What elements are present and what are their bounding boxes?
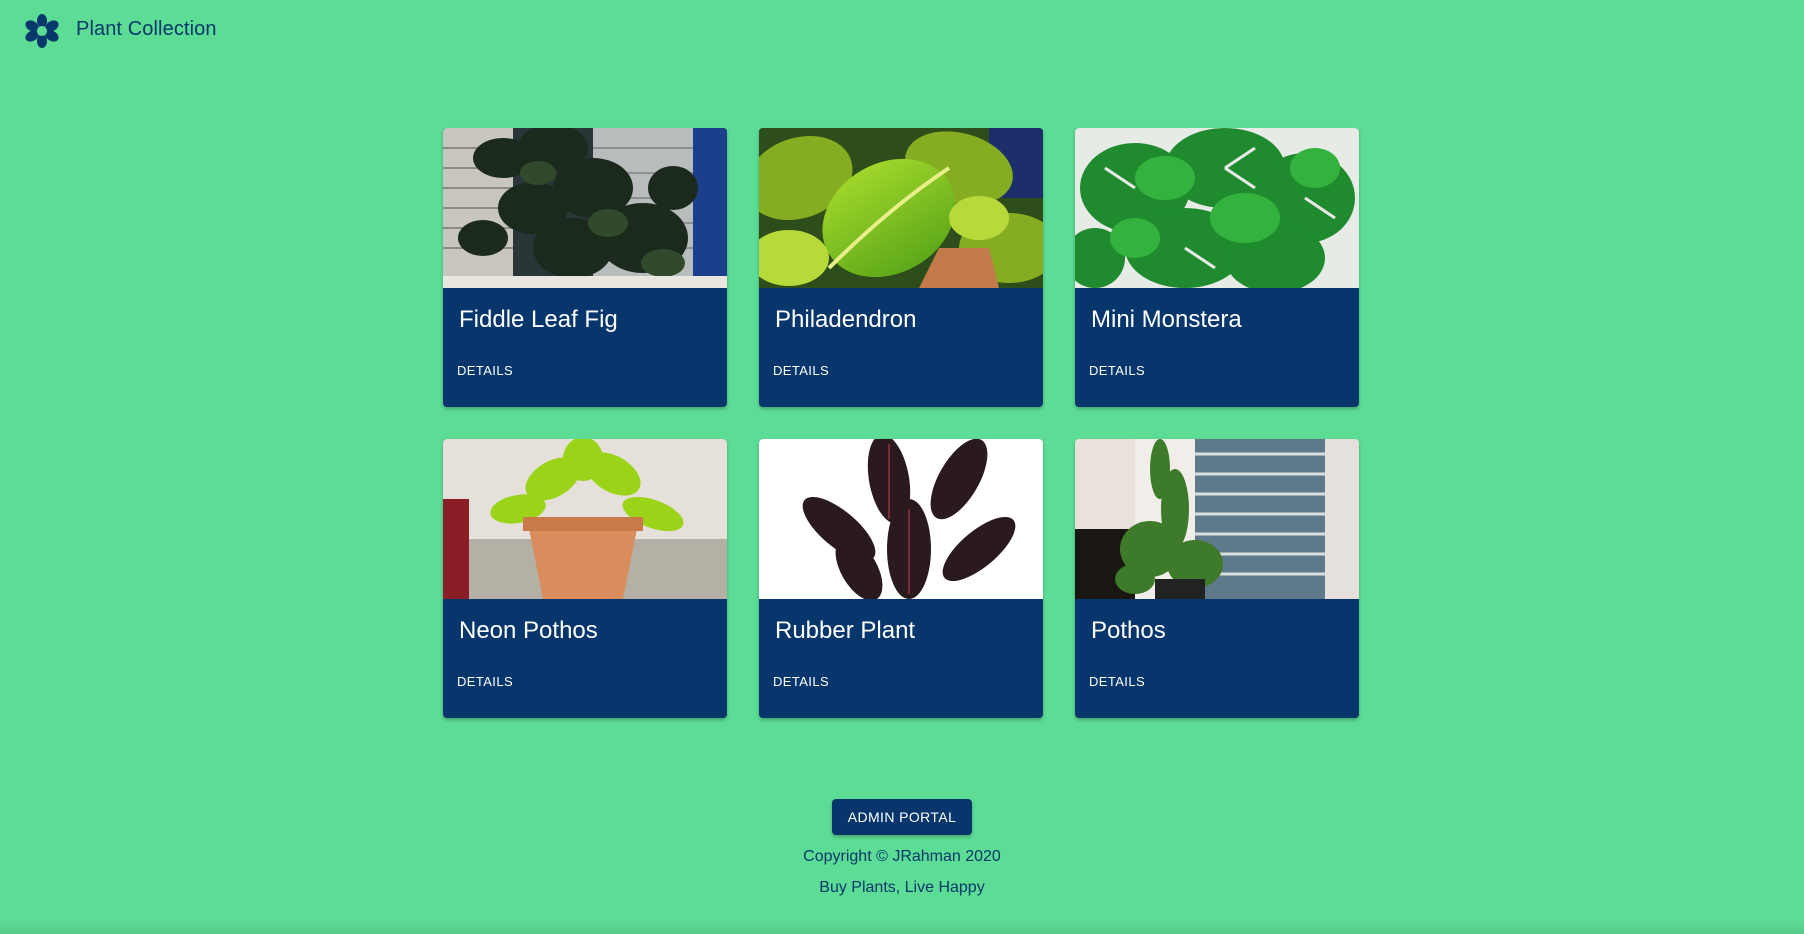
details-button[interactable]: DETAILS [765, 668, 837, 695]
plant-name: Rubber Plant [775, 617, 916, 644]
plant-name: Philadendron [775, 306, 917, 333]
plant-image [759, 128, 1043, 288]
plant-name: Fiddle Leaf Fig [459, 306, 618, 333]
plant-card[interactable]: Mini Monstera DETAILS [1075, 128, 1359, 407]
flower-icon[interactable] [25, 14, 59, 48]
copyright-text: Copyright © JRahman 2020 [803, 848, 1001, 865]
plant-card[interactable]: Rubber Plant DETAILS [759, 439, 1043, 718]
plant-card[interactable]: Pothos DETAILS [1075, 439, 1359, 718]
footer: ADMIN PORTAL Copyright © JRahman 2020 Bu… [0, 799, 1804, 897]
details-button[interactable]: DETAILS [449, 668, 521, 695]
details-button[interactable]: DETAILS [1081, 668, 1153, 695]
plant-image [443, 128, 727, 288]
plant-image [1075, 439, 1359, 599]
plant-card[interactable]: Philadendron DETAILS [759, 128, 1043, 407]
admin-portal-button[interactable]: ADMIN PORTAL [831, 799, 973, 835]
plant-name: Neon Pothos [459, 617, 598, 644]
details-button[interactable]: DETAILS [765, 357, 837, 384]
app-header: Plant Collection [0, 0, 1804, 62]
plant-image [759, 439, 1043, 599]
plant-grid: Fiddle Leaf Fig DETAILS Philadendron DET… [443, 128, 1359, 718]
details-button[interactable]: DETAILS [449, 357, 521, 384]
bottom-shadow [0, 920, 1804, 934]
plant-card[interactable]: Fiddle Leaf Fig DETAILS [443, 128, 727, 407]
plant-card[interactable]: Neon Pothos DETAILS [443, 439, 727, 718]
plant-name: Pothos [1091, 617, 1166, 644]
plant-image [1075, 128, 1359, 288]
plant-name: Mini Monstera [1091, 306, 1242, 333]
tagline-text: Buy Plants, Live Happy [819, 879, 985, 896]
details-button[interactable]: DETAILS [1081, 357, 1153, 384]
app-title: Plant Collection [76, 18, 217, 40]
plant-image [443, 439, 727, 599]
